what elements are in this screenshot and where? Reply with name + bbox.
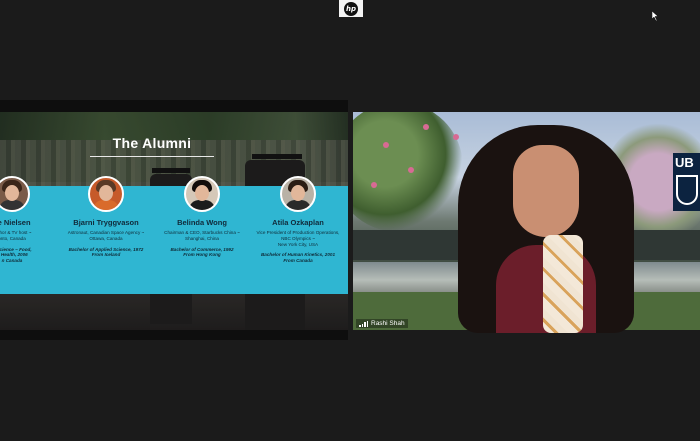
alumni-card-4: Atila Ozkaplan Vice President of Product… — [250, 176, 346, 264]
alumni-role: Chairman & CEO, Starbucks China ~ Shangh… — [164, 230, 240, 241]
alumni-role: Vice President of Production Operations,… — [256, 230, 340, 247]
alumni-degree: d Science ~ Food, & Health, 2006 n Canad… — [0, 246, 32, 264]
alumni-degree: Bachelor of Commerce, 1992 From Hong Kon… — [170, 246, 234, 258]
ubc-logo-text: UB — [675, 155, 694, 170]
mouse-cursor-icon — [652, 11, 659, 21]
alumni-name: ee Nielsen — [0, 218, 31, 227]
avatar — [184, 176, 220, 212]
signal-strength-icon — [359, 320, 368, 327]
alumni-card-3: Belinda Wong Chairman & CEO, Starbucks C… — [154, 176, 250, 258]
alumni-degree: Bachelor of Human Kinetics, 2001 From Ca… — [260, 252, 336, 264]
hp-logo: hp — [339, 0, 363, 17]
presentation-slide: The Alumni ee Nielsen Author & TV host ~… — [0, 112, 348, 330]
alumni-role: Author & TV host ~ onto, Canada — [0, 230, 32, 241]
alumni-name: Belinda Wong — [177, 218, 227, 227]
shared-screen-panel[interactable]: The Alumni ee Nielsen Author & TV host ~… — [0, 100, 348, 340]
avatar — [88, 176, 124, 212]
alumni-degree: Bachelor of Applied Science, 1972 From I… — [68, 246, 144, 258]
avatar — [0, 176, 30, 212]
graduation-cap-icon — [152, 168, 190, 173]
slide-title: The Alumni — [112, 135, 192, 151]
alumni-name: Atila Ozkaplan — [272, 218, 324, 227]
graduation-cap-icon — [252, 154, 302, 159]
participant-name: Rashi Shah — [371, 320, 405, 327]
alumni-name: Bjarni Tryggvason — [73, 218, 139, 227]
alumni-card-1: ee Nielsen Author & TV host ~ onto, Cana… — [0, 176, 60, 264]
alumni-card-2: Bjarni Tryggvason Astronaut, Canadian Sp… — [58, 176, 154, 258]
avatar — [280, 176, 316, 212]
participant-name-tag: Rashi Shah — [356, 319, 408, 328]
title-divider — [90, 156, 214, 157]
alumni-role: Astronaut, Canadian Space Agency ~ Ottaw… — [67, 230, 145, 241]
hp-logo-text: hp — [344, 1, 358, 16]
crest-icon — [676, 175, 698, 205]
ubc-logo: UB — [673, 153, 700, 211]
